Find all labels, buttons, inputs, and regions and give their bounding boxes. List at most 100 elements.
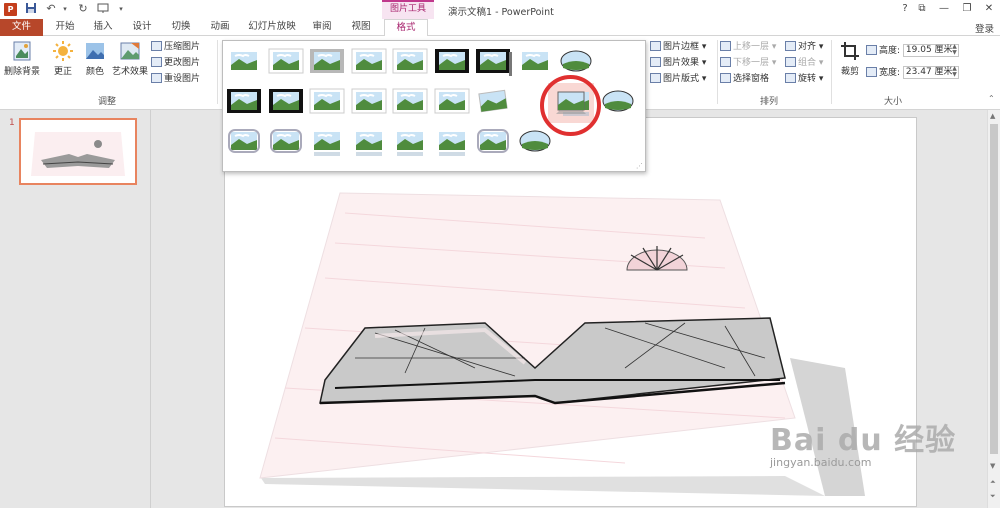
width-spinner-icon[interactable]: ▲ ▼ [952, 66, 957, 78]
effects-icon [650, 57, 661, 67]
picture-style-preset[interactable] [433, 86, 471, 118]
slide-thumbnails-panel: 1 [0, 110, 151, 508]
picture-style-preset[interactable] [516, 126, 554, 158]
picture-style-preset[interactable] [267, 86, 305, 118]
artistic-effects-label: 艺术效果 [111, 67, 148, 77]
artistic-effects-icon [120, 42, 140, 60]
picture-style-preset[interactable] [433, 126, 471, 158]
picture-style-preset[interactable] [391, 126, 429, 158]
group-objects-button[interactable]: 组合 ▾ [785, 57, 823, 70]
width-input[interactable]: 23.47 厘米 ▲ ▼ [902, 66, 959, 79]
picture-style-preset[interactable] [308, 126, 346, 158]
tab-view[interactable]: 视图 [346, 19, 376, 36]
picture-style-preset[interactable] [433, 46, 471, 78]
maximize-button[interactable]: ❐ [955, 0, 979, 19]
tab-transitions[interactable]: 切换 [166, 19, 196, 36]
align-icon [785, 41, 796, 51]
height-input[interactable]: 19.05 厘米 ▲ ▼ [902, 44, 959, 57]
height-value: 19.05 厘米 [905, 45, 953, 55]
change-picture-label: 更改图片 [164, 58, 201, 68]
tab-slideshow[interactable]: 幻灯片放映 [244, 19, 300, 36]
width-value: 23.47 厘米 [905, 67, 953, 77]
minimize-button[interactable]: — [932, 0, 956, 19]
artistic-effects-button[interactable]: 艺术效果 [110, 40, 150, 77]
tab-format[interactable]: 格式 [384, 19, 428, 37]
corrections-button[interactable]: 更正 [46, 40, 80, 77]
undo-dropdown-icon[interactable]: ▾ [58, 2, 72, 16]
change-picture-button[interactable]: 更改图片 [151, 57, 200, 70]
window-title: 演示文稿1 - PowerPoint [448, 7, 554, 18]
send-backward-button[interactable]: 下移一层 ▾ [720, 57, 776, 70]
picture-style-preset[interactable] [516, 46, 554, 78]
picture-effects-button[interactable]: 图片效果 ▾ [650, 57, 706, 70]
collapse-ribbon-icon[interactable]: ⌃ [988, 94, 995, 103]
picture-style-preset[interactable] [350, 86, 388, 118]
bring-forward-button[interactable]: 上移一层 ▾ [720, 41, 776, 54]
reset-picture-button[interactable]: 重设图片 [151, 73, 200, 86]
close-button[interactable]: ✕ [977, 0, 1000, 19]
sign-in-link[interactable]: 登录 [975, 21, 994, 35]
redo-icon[interactable]: ↻ [76, 2, 90, 16]
color-icon [86, 43, 104, 59]
scroll-down-icon[interactable]: ▼ [990, 462, 995, 470]
picture-style-preset[interactable] [308, 46, 346, 78]
rotate-icon [785, 73, 796, 83]
tab-file[interactable]: 文件 [0, 19, 43, 36]
powerpoint-icon[interactable]: P [4, 3, 17, 16]
picture-style-preset[interactable] [557, 46, 595, 78]
undo-icon[interactable]: ↶ [44, 2, 58, 16]
color-button[interactable]: 颜色 [80, 40, 110, 77]
prev-slide-icon[interactable]: ⏶ [990, 478, 996, 487]
picture-style-preset[interactable] [350, 126, 388, 158]
scroll-thumb[interactable] [990, 124, 998, 454]
reset-picture-label: 重设图片 [164, 74, 201, 84]
picture-style-preset[interactable] [267, 46, 305, 78]
border-icon [650, 41, 661, 51]
group-divider [831, 40, 832, 104]
next-slide-icon[interactable]: ⏷ [990, 492, 996, 501]
height-spinner-icon[interactable]: ▲ ▼ [952, 44, 957, 56]
selection-pane-button[interactable]: 选择窗格 [720, 73, 769, 86]
picture-style-preset[interactable] [474, 126, 512, 158]
arrange-group-label: 排列 [760, 97, 779, 107]
compress-pictures-button[interactable]: 压缩图片 [151, 41, 200, 54]
scroll-up-icon[interactable]: ▲ [990, 112, 995, 120]
crop-button[interactable]: 裁剪 [836, 40, 864, 77]
group-divider [717, 40, 718, 104]
slideshow-icon[interactable] [96, 2, 110, 16]
group-objects-label: 组合 [798, 58, 817, 68]
picture-style-preset[interactable] [391, 46, 429, 78]
width-field-row: 宽度: 23.47 厘米 ▲ ▼ [866, 66, 959, 79]
tab-design[interactable]: 设计 [127, 19, 157, 36]
customize-qat-icon[interactable]: ▾ [114, 2, 128, 16]
remove-background-button[interactable]: 删除背景 [2, 40, 42, 77]
width-label: 宽度: [879, 68, 901, 78]
slide-thumbnail[interactable] [19, 118, 137, 185]
picture-border-label: 图片边框 [663, 42, 700, 52]
tab-home[interactable]: 开始 [50, 19, 80, 36]
ribbon-tabs: 文件 开始 插入 设计 切换 动画 幻灯片放映 审阅 视图 格式 登录 [0, 19, 1000, 37]
picture-style-preset[interactable] [474, 46, 512, 78]
picture-border-button[interactable]: 图片边框 ▾ [650, 41, 706, 54]
save-icon[interactable] [24, 2, 38, 16]
picture-style-preset[interactable] [308, 86, 346, 118]
picture-style-preset[interactable] [474, 86, 512, 118]
picture-style-preset[interactable] [267, 126, 305, 158]
rotate-button[interactable]: 旋转 ▾ [785, 73, 823, 86]
vertical-scrollbar[interactable]: ▲ ▼ ⏶ ⏷ [987, 110, 1000, 508]
picture-style-preset[interactable] [225, 46, 263, 78]
tab-animations[interactable]: 动画 [205, 19, 235, 36]
picture-style-preset[interactable] [350, 46, 388, 78]
picture-tools-context-label: 图片工具 [382, 0, 434, 19]
group-divider [217, 40, 218, 104]
picture-style-preset[interactable] [391, 86, 429, 118]
picture-style-preset[interactable] [225, 126, 263, 158]
ribbon-display-options-icon[interactable]: ⧉ [910, 0, 934, 19]
gallery-resize-grip[interactable]: ⋰ [636, 162, 643, 170]
align-button[interactable]: 对齐 ▾ [785, 41, 823, 54]
picture-style-preset[interactable] [225, 86, 263, 118]
tab-insert[interactable]: 插入 [88, 19, 118, 36]
tab-review[interactable]: 审阅 [307, 19, 337, 36]
picture-style-preset[interactable] [599, 86, 637, 118]
picture-layout-button[interactable]: 图片版式 ▾ [650, 73, 706, 86]
